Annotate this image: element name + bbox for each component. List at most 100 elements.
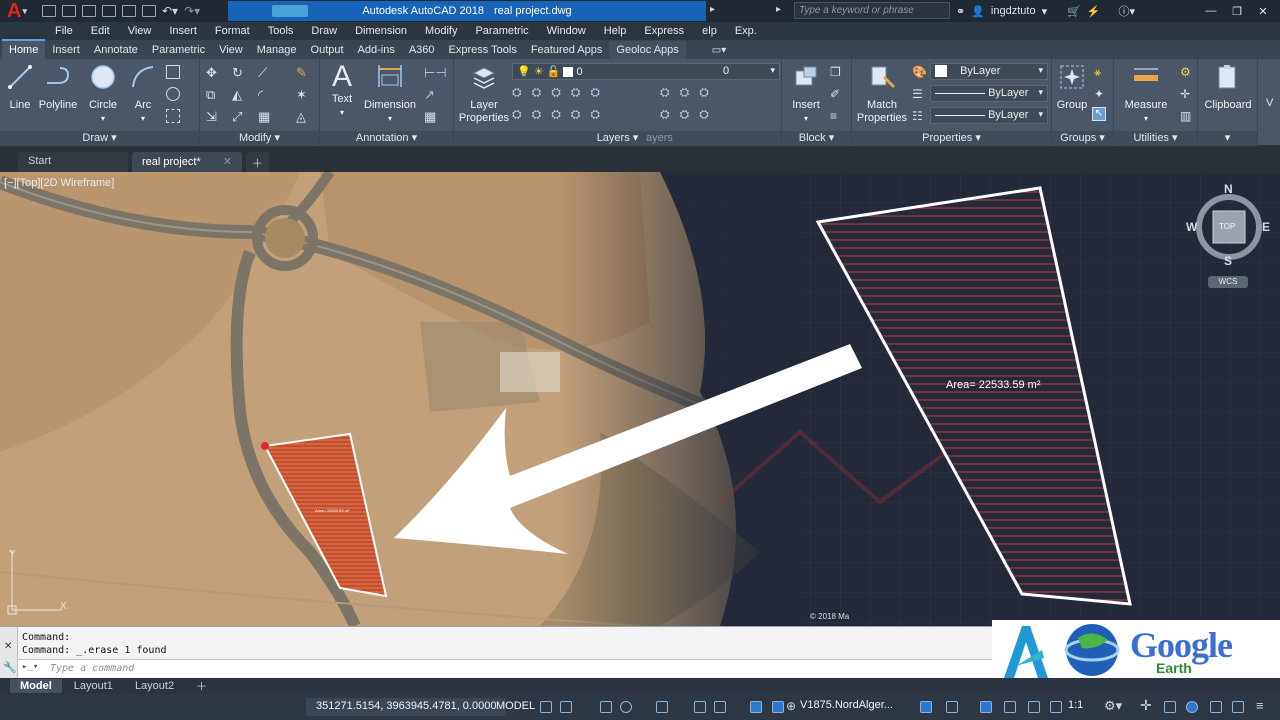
- id-point-icon[interactable]: ✛: [1180, 87, 1194, 101]
- groups-panel-title[interactable]: Groups ▾: [1052, 131, 1113, 146]
- menu-modify[interactable]: Modify: [416, 25, 466, 37]
- exchange-icon[interactable]: ⚡: [1087, 5, 1101, 18]
- edit-block-icon[interactable]: ✐: [830, 87, 844, 101]
- table-icon[interactable]: ▦: [424, 109, 438, 124]
- gear-icon[interactable]: ⚙▾: [1104, 698, 1122, 714]
- tab-real-project[interactable]: real project* ✕: [132, 152, 242, 172]
- match-properties-tool[interactable]: Match Properties: [856, 63, 908, 125]
- isolate-icon[interactable]: [1164, 701, 1176, 713]
- text-tool[interactable]: A Text ▾: [326, 61, 358, 119]
- units-icon[interactable]: [980, 701, 992, 713]
- snap-icon[interactable]: [560, 701, 572, 713]
- tab-featured-apps[interactable]: Featured Apps: [524, 41, 610, 59]
- attribute-icon[interactable]: ≡: [830, 109, 844, 123]
- title-arrow-icon[interactable]: ▸: [710, 4, 715, 15]
- new-tab-button[interactable]: ＋: [245, 152, 269, 172]
- modify-panel-title[interactable]: Modify ▾: [200, 131, 319, 146]
- properties-panel-title[interactable]: Properties ▾: [852, 131, 1051, 146]
- tab-parametric[interactable]: Parametric: [145, 41, 212, 59]
- menu-dimension[interactable]: Dimension: [346, 25, 416, 37]
- clean-screen-icon[interactable]: [1210, 701, 1222, 713]
- boundary-icon[interactable]: [166, 109, 180, 123]
- drawing-canvas[interactable]: Area= 22533.59 m² Area= 22533.59 m² Y X …: [0, 172, 1280, 626]
- add-layout-button[interactable]: ＋: [186, 677, 217, 695]
- menu-parametric[interactable]: Parametric: [466, 25, 537, 37]
- move-icon[interactable]: ✥: [206, 65, 220, 80]
- annotation-scale[interactable]: 1:1: [1068, 699, 1083, 711]
- close-icon[interactable]: ✕: [4, 641, 12, 652]
- dimension-tool[interactable]: Dimension ▾: [362, 63, 418, 125]
- tab-layout2[interactable]: Layout2: [125, 679, 184, 693]
- tab-annotate[interactable]: Annotate: [87, 41, 145, 59]
- user-icon[interactable]: 👤: [971, 5, 985, 18]
- tab-geoloc-apps[interactable]: Geoloc Apps: [609, 41, 686, 59]
- tab-view[interactable]: View: [212, 41, 250, 59]
- utilities-panel-title[interactable]: Utilities ▾: [1114, 131, 1197, 146]
- help-icon[interactable]: ⓘ▾: [1119, 3, 1136, 19]
- group-tool[interactable]: Group: [1054, 63, 1090, 112]
- polar-icon[interactable]: [620, 701, 632, 713]
- menu-insert[interactable]: Insert: [160, 25, 206, 37]
- wcs-menu[interactable]: WCS: [1208, 276, 1248, 288]
- menu-icon[interactable]: ≡: [1256, 698, 1264, 713]
- lineweight-icon[interactable]: ☰: [912, 87, 926, 101]
- close-icon[interactable]: ✕: [1252, 3, 1274, 19]
- fillet-icon[interactable]: ◜: [258, 87, 272, 102]
- tab-start[interactable]: Start: [18, 152, 128, 172]
- array-icon[interactable]: ▦: [258, 109, 272, 124]
- open-file-icon[interactable]: [62, 5, 76, 17]
- wrench-icon[interactable]: 🔧: [3, 661, 17, 674]
- quick-select-icon[interactable]: ⚙: [1180, 65, 1194, 79]
- copy-icon[interactable]: ⧉: [206, 87, 220, 102]
- hatch-icon[interactable]: [166, 87, 180, 101]
- tab-home[interactable]: Home: [2, 39, 46, 59]
- tab-insert[interactable]: Insert: [45, 41, 87, 59]
- tab-layout1[interactable]: Layout1: [64, 679, 123, 693]
- title-arrow-icon-2[interactable]: ▸: [776, 4, 781, 15]
- print-icon[interactable]: [122, 5, 136, 17]
- menu-window[interactable]: Window: [538, 25, 595, 37]
- parcel-grip-point[interactable]: [261, 442, 269, 450]
- workspace-indicator[interactable]: [272, 5, 308, 17]
- coordinate-readout[interactable]: 351271.5154, 3963945.4781, 0.0000: [306, 698, 507, 716]
- ungroup-icon[interactable]: ⚹: [1094, 65, 1108, 79]
- group-selection-icon[interactable]: ↖: [1092, 107, 1106, 121]
- tab-output[interactable]: Output: [304, 41, 351, 59]
- annotation-panel-title[interactable]: Annotation ▾: [320, 131, 453, 146]
- menu-draw[interactable]: Draw: [302, 25, 346, 37]
- workspace-icon[interactable]: [946, 701, 958, 713]
- calculator-icon[interactable]: ▥: [1180, 109, 1194, 123]
- quick-properties-icon[interactable]: [1004, 701, 1016, 713]
- new-file-icon[interactable]: [42, 5, 56, 17]
- color-wheel-icon[interactable]: 🎨: [912, 65, 927, 79]
- leader-icon[interactable]: ↗: [424, 87, 438, 102]
- drawing-viewport[interactable]: Area= 22533.59 m² Area= 22533.59 m² Y X …: [0, 172, 1280, 626]
- minimize-icon[interactable]: —: [1200, 3, 1222, 19]
- erase-icon[interactable]: ✎: [296, 65, 310, 80]
- explode-icon[interactable]: ✶: [296, 87, 310, 102]
- tab-add-ins[interactable]: Add-ins: [351, 41, 402, 59]
- viewcube[interactable]: N S E W TOP WCS: [1186, 182, 1272, 290]
- color-dropdown[interactable]: ByLayer ▾: [930, 63, 1048, 80]
- tab-model[interactable]: Model: [10, 679, 62, 693]
- circle-tool[interactable]: Circle ▾: [84, 63, 122, 125]
- tab-manage[interactable]: Manage: [250, 41, 304, 59]
- viewport-controls[interactable]: [−][Top][2D Wireframe]: [4, 177, 114, 189]
- arc-tool[interactable]: Arc ▾: [124, 63, 162, 125]
- menu-exp[interactable]: Exp.: [726, 25, 766, 37]
- grid-icon[interactable]: [540, 701, 552, 713]
- lineweight-toggle-icon[interactable]: [750, 701, 762, 713]
- autocad-app-icon[interactable]: A ▾: [0, 0, 34, 22]
- menu-express[interactable]: Express: [635, 25, 693, 37]
- user-dropdown-icon[interactable]: ▾: [1042, 5, 1048, 18]
- tab-express-tools[interactable]: Express Tools: [442, 41, 524, 59]
- otrack-icon[interactable]: [714, 701, 726, 713]
- undo-icon[interactable]: ↶▾: [162, 4, 178, 18]
- draw-panel-title[interactable]: Draw ▾: [0, 131, 199, 146]
- compass-west[interactable]: W: [1186, 220, 1197, 234]
- rectangle-icon[interactable]: [166, 65, 180, 79]
- rotate-icon[interactable]: ↻: [232, 65, 246, 80]
- globe-icon[interactable]: ⊕: [786, 699, 796, 713]
- save-as-icon[interactable]: [102, 5, 116, 17]
- stretch-icon[interactable]: ⇲: [206, 109, 220, 124]
